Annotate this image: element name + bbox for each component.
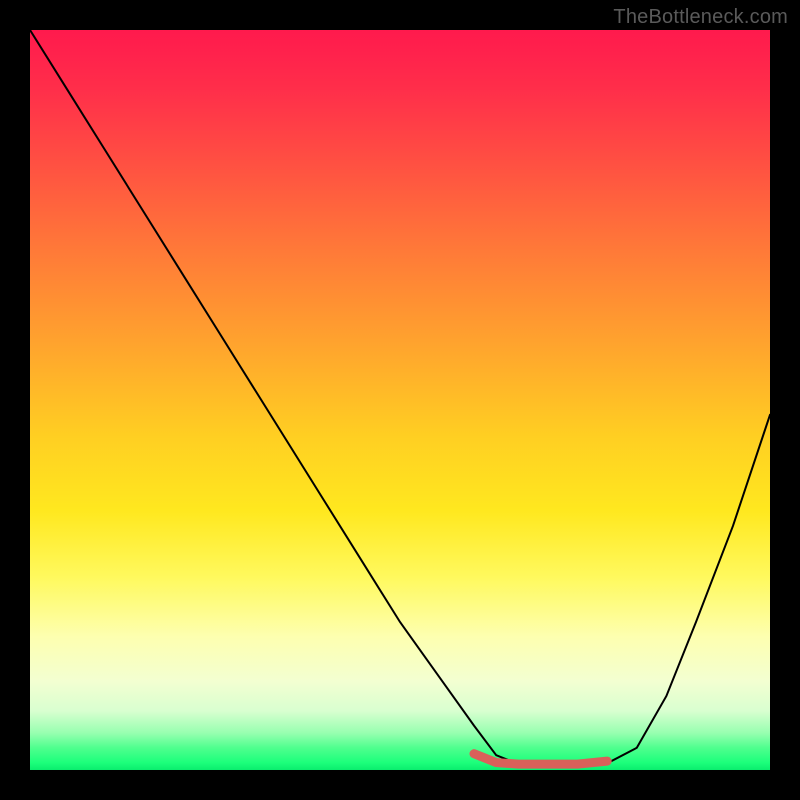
chart-svg [30, 30, 770, 770]
optimal-band [474, 754, 607, 764]
plot-area [30, 30, 770, 770]
chart-frame: TheBottleneck.com [0, 0, 800, 800]
watermark-text: TheBottleneck.com [613, 6, 788, 29]
bottleneck-curve [30, 30, 770, 766]
